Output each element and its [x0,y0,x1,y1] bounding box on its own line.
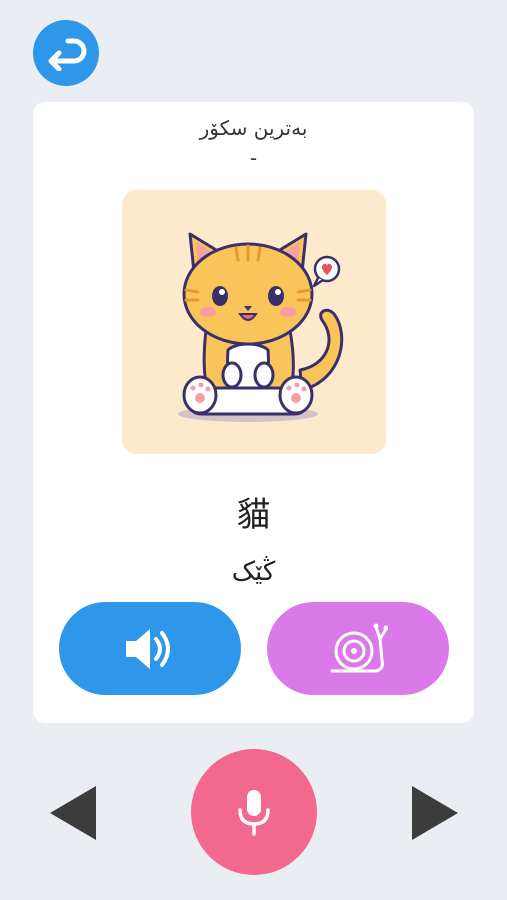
word-card: بەترین سکۆر - 貓 ڭێک [33,102,474,723]
word-image [122,190,386,454]
microphone-icon [238,790,270,836]
record-button[interactable] [191,749,317,875]
play-sound-button[interactable] [59,602,241,695]
word-text: 貓 [236,495,271,535]
speaker-icon [126,628,170,669]
transliteration-text: ڭێک [231,557,276,587]
return-arrow-icon [48,38,87,71]
cat-illustration [178,232,344,422]
triangle-right-icon [412,786,458,840]
previous-button[interactable] [48,784,100,842]
triangle-left-icon [50,786,96,840]
back-button[interactable] [33,20,99,86]
next-button[interactable] [408,784,460,842]
best-score-label: بەترین سکۆر [199,116,308,140]
screen: بەترین سکۆر - 貓 ڭێک [0,0,507,900]
best-score-value: - [249,146,258,170]
snail-icon [330,623,388,672]
play-slow-button[interactable] [267,602,449,695]
